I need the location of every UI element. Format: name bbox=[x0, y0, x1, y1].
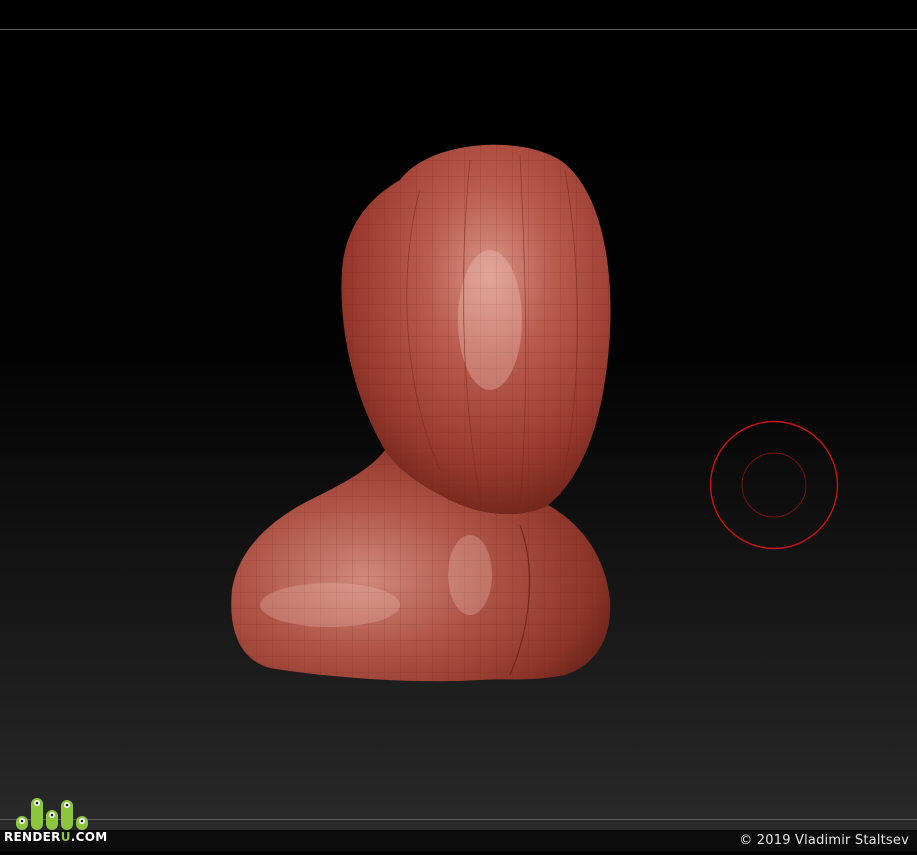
copyright-text: © 2019 Vladimir Staltsev bbox=[739, 833, 909, 848]
shoulder-highlight bbox=[260, 583, 400, 627]
logo-text-accent: U bbox=[60, 830, 71, 844]
chest-highlight bbox=[448, 535, 492, 615]
logo-text-domain: .COM bbox=[70, 830, 108, 844]
logo-text: RENDERU.COM bbox=[4, 830, 107, 844]
logo-mascots-icon bbox=[16, 798, 88, 830]
logo-text-render: RENDER bbox=[4, 830, 61, 844]
head-highlight bbox=[458, 250, 522, 390]
sculpt-viewport[interactable] bbox=[0, 0, 917, 851]
viewport-canvas[interactable] bbox=[0, 0, 917, 851]
renderu-logo: RENDERU.COM bbox=[4, 794, 114, 848]
